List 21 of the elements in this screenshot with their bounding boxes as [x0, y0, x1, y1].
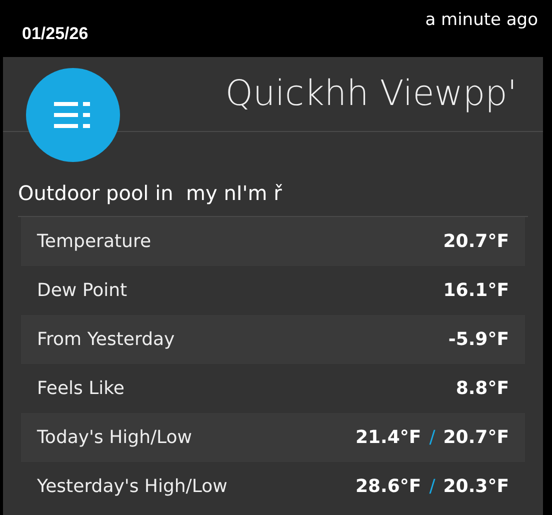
reading-value: -5.9°F: [448, 328, 509, 352]
reading-label: Dew Point: [37, 279, 128, 303]
location-name: Outdoor pool in my nI'm ř: [18, 181, 282, 205]
date-text: 01/25/26: [22, 23, 88, 45]
app-title: Quickhh Viewpp': [225, 72, 517, 116]
updated-time: a minute ago: [425, 9, 538, 32]
high-value: 28.6°F: [355, 475, 422, 499]
low-value: 20.7°F: [443, 426, 509, 450]
list-icon: [54, 100, 92, 130]
reading-label: Today's High/Low: [37, 426, 192, 450]
low-value: 20.3°F: [443, 475, 509, 499]
reading-label: From Yesterday: [37, 328, 175, 352]
reading-label: Yesterday's High/Low: [37, 475, 228, 499]
separator-slash: /: [429, 426, 436, 450]
reading-value: 20.7°F: [443, 230, 509, 254]
reading-value: 16.1°F: [443, 279, 509, 303]
high-value: 21.4°F: [355, 426, 422, 450]
reading-label: Temperature: [37, 230, 152, 254]
reading-value: 8.8°F: [456, 377, 509, 401]
reading-label: Feels Like: [37, 377, 125, 401]
separator-slash: /: [429, 475, 436, 499]
